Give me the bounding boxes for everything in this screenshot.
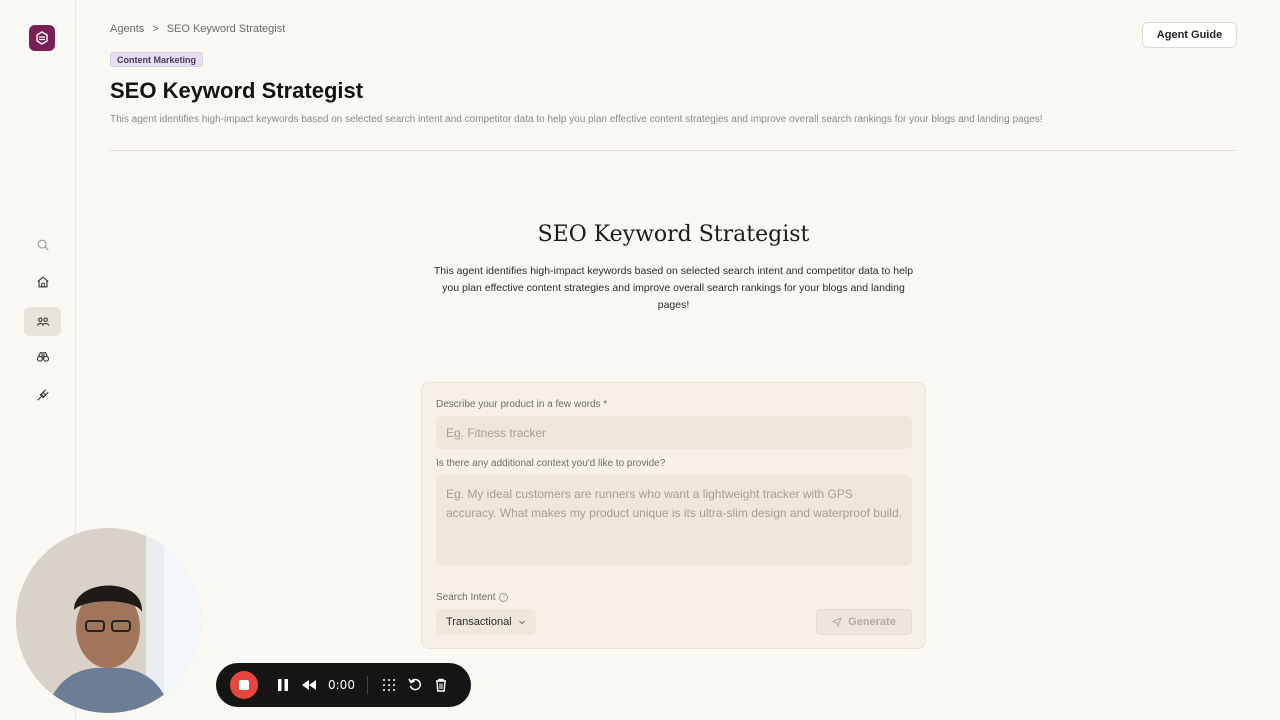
presenter-video <box>16 528 201 713</box>
recording-timer: 0:00 <box>328 678 355 692</box>
info-icon[interactable]: i <box>499 592 509 602</box>
logo-icon <box>36 31 48 45</box>
header-divider <box>110 150 1237 151</box>
agent-guide-button[interactable]: Agent Guide <box>1142 22 1237 48</box>
home-icon <box>36 275 49 287</box>
app-logo[interactable] <box>29 25 55 51</box>
generate-button-label: Generate <box>848 616 896 628</box>
breadcrumb-current: SEO Keyword Strategist <box>166 23 286 35</box>
stop-icon <box>239 680 249 690</box>
restart-icon <box>408 678 421 691</box>
webcam-overlay[interactable] <box>16 528 201 713</box>
context-textarea[interactable] <box>436 475 912 566</box>
grid-button[interactable] <box>376 672 402 698</box>
product-input[interactable] <box>436 416 912 449</box>
breadcrumb-agents-link[interactable]: Agents <box>110 23 144 35</box>
page-title: SEO Keyword Strategist <box>110 78 364 103</box>
trash-icon <box>435 678 446 692</box>
toolbar-separator <box>366 676 368 694</box>
agent-heading: SEO Keyword Strategist <box>537 222 810 247</box>
rewind-icon <box>302 680 316 690</box>
search-intent-label: Search Intent i <box>436 592 509 603</box>
sidebar-item-explore[interactable] <box>24 342 61 371</box>
people-icon <box>36 317 49 326</box>
send-icon <box>832 617 843 627</box>
rewind-button[interactable] <box>296 672 322 698</box>
grid-dots-icon <box>382 679 395 691</box>
category-badge: Content Marketing <box>110 52 204 67</box>
product-field-label: Describe your product in a few words * <box>436 399 608 410</box>
sidebar-item-agents[interactable] <box>24 307 61 336</box>
search-intent-label-text: Search Intent <box>436 592 496 603</box>
binoculars-icon <box>36 351 49 362</box>
delete-button[interactable] <box>428 672 454 698</box>
breadcrumb-separator: > <box>152 23 159 35</box>
search-intent-value: Transactional <box>446 616 512 628</box>
stop-recording-button[interactable] <box>230 671 258 699</box>
context-field-label: Is there any additional context you'd li… <box>436 458 666 469</box>
chevron-down-icon <box>518 620 525 625</box>
page-description: This agent identifies high-impact keywor… <box>110 114 1043 125</box>
sidebar-item-home[interactable] <box>24 267 61 296</box>
pause-icon <box>278 679 288 691</box>
restart-button[interactable] <box>402 672 428 698</box>
plug-icon <box>36 388 49 401</box>
sidebar-item-integrations[interactable] <box>24 380 61 409</box>
generate-button[interactable]: Generate <box>816 609 912 635</box>
search-intent-select[interactable]: Transactional <box>436 609 536 635</box>
pause-button[interactable] <box>270 672 296 698</box>
agent-form-card: Describe your product in a few words * I… <box>421 382 926 649</box>
breadcrumb: Agents > SEO Keyword Strategist <box>110 23 285 35</box>
recording-toolbar: 0:00 <box>216 663 471 707</box>
agent-description: This agent identifies high-impact keywor… <box>433 265 914 311</box>
